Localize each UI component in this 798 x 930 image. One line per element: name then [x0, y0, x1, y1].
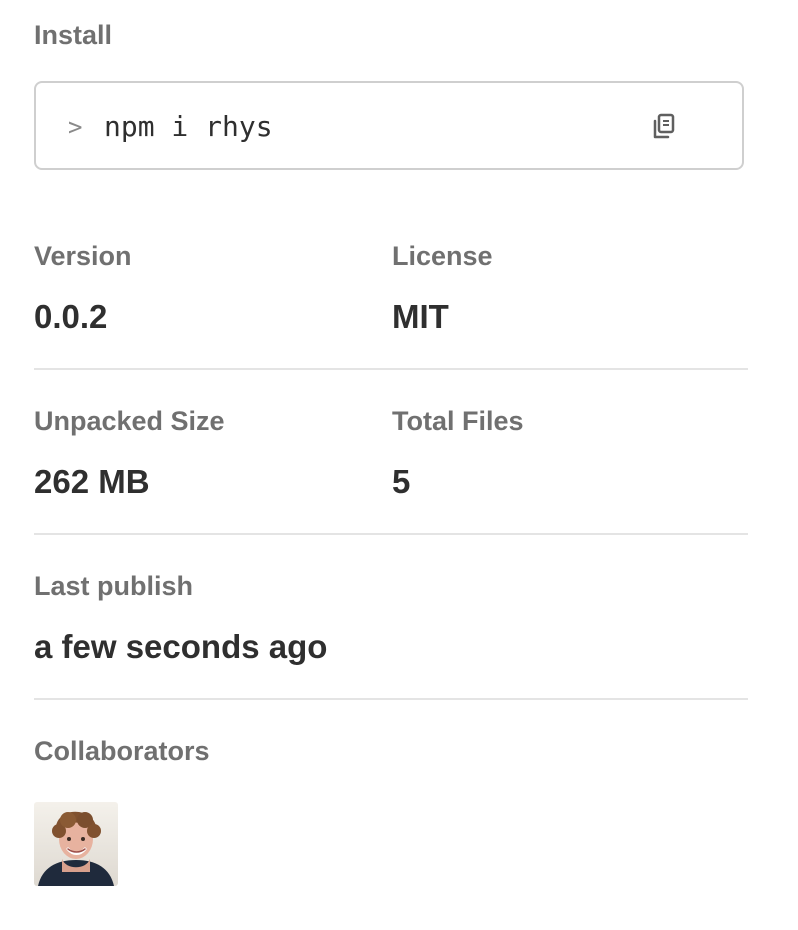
- license-label: License: [392, 241, 493, 271]
- unpacked-size-value: 262 MB: [34, 463, 150, 500]
- version-value: 0.0.2: [34, 298, 108, 335]
- install-label: Install: [34, 20, 113, 50]
- install-command-box[interactable]: > npm i rhys: [34, 81, 744, 170]
- last-publish-label: Last publish: [34, 571, 194, 601]
- collaborators-label: Collaborators: [34, 736, 210, 766]
- total-files-label: Total Files: [392, 406, 524, 436]
- section-divider: [34, 698, 748, 700]
- section-divider: [34, 368, 748, 370]
- section-divider: [34, 533, 748, 535]
- avatar-icon: [34, 802, 118, 886]
- unpacked-size-label: Unpacked Size: [34, 406, 225, 436]
- version-label: Version: [34, 241, 132, 271]
- total-files-value: 5: [392, 463, 411, 500]
- last-publish-value: a few seconds ago: [34, 628, 328, 665]
- terminal-prompt-icon: >: [68, 113, 83, 141]
- copy-icon: [653, 113, 675, 139]
- copy-button[interactable]: [650, 112, 678, 142]
- license-value: MIT: [392, 298, 449, 335]
- collaborator-avatar[interactable]: [34, 802, 118, 886]
- install-command[interactable]: npm i rhys: [104, 111, 273, 143]
